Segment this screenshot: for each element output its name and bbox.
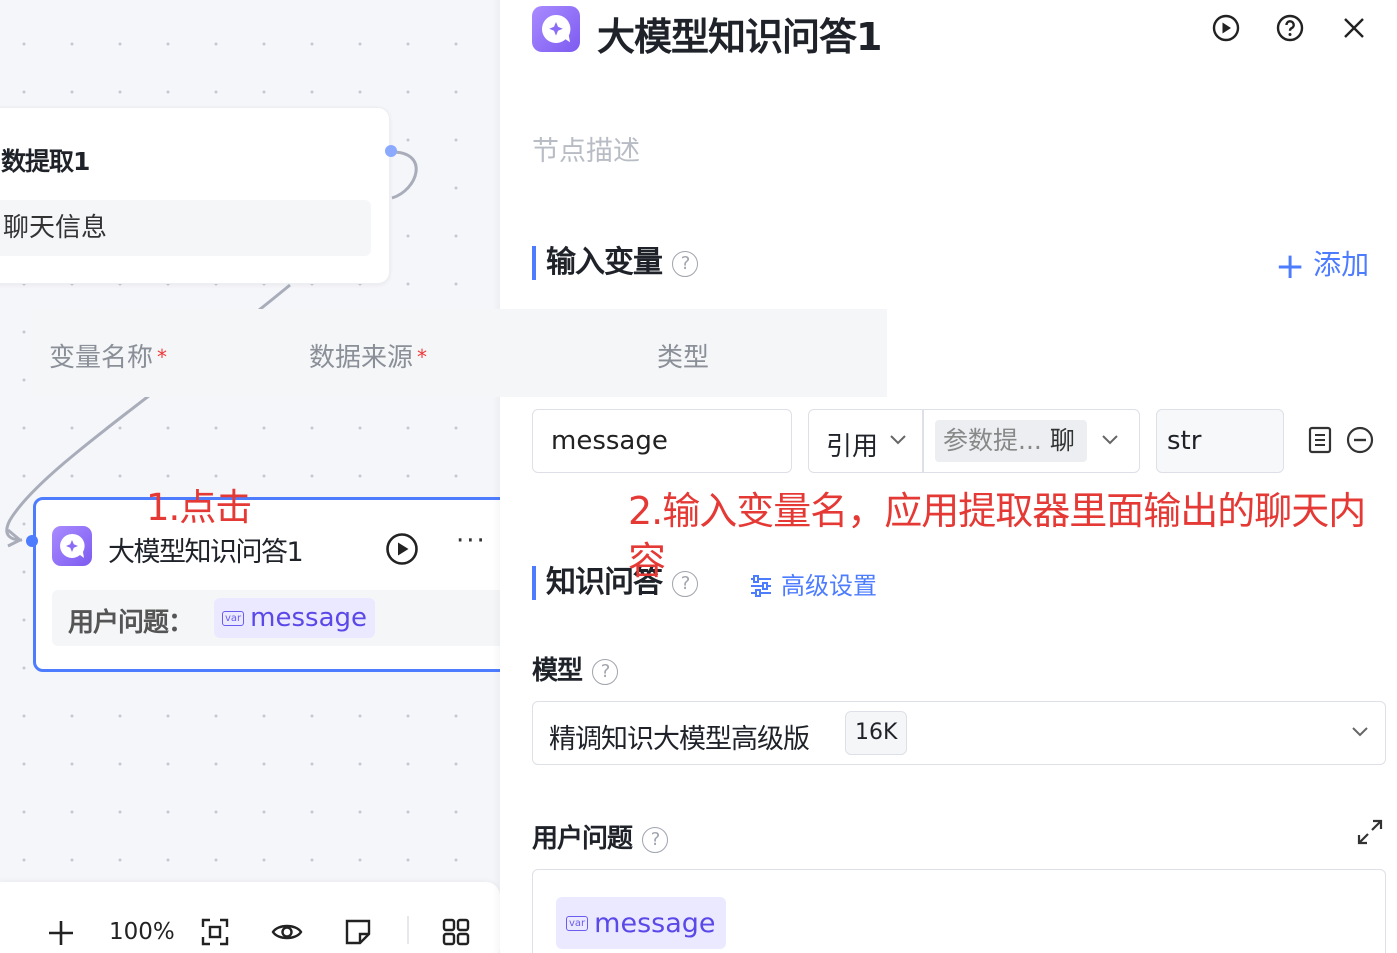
required-mark: * bbox=[157, 345, 168, 369]
zoom-in-icon[interactable] bbox=[46, 918, 76, 948]
source-mode-value: 引用 bbox=[826, 432, 879, 462]
col-source: 数据来源 * bbox=[309, 337, 427, 374]
workflow-canvas[interactable]: 数提取1 聊天信息 大模型知识问答1 ··· 用户问题： var message … bbox=[0, 0, 500, 953]
node-title: 大模型知识问答1 bbox=[108, 537, 304, 568]
source-mode-select[interactable]: 引用 bbox=[808, 409, 924, 473]
preview-eye-icon[interactable] bbox=[271, 918, 303, 946]
variable-type-field: str bbox=[1156, 409, 1284, 473]
param-extractor-node[interactable]: 数提取1 聊天信息 bbox=[0, 107, 397, 284]
chevron-down-icon bbox=[890, 435, 906, 445]
input-vars-title: 输入变量? bbox=[532, 246, 698, 280]
col-source-label: 数据来源 bbox=[309, 343, 414, 373]
node-config-panel: 大模型知识问答1 节点描述 输入变量? + 添加 bbox=[500, 0, 1397, 953]
canvas-toolbar: 100% bbox=[0, 882, 500, 953]
panel-title[interactable]: 大模型知识问答1 bbox=[597, 6, 882, 61]
node-param-row: 用户问题： var message bbox=[52, 590, 500, 646]
var-icon: var bbox=[566, 915, 589, 931]
llm-qa-node-selected[interactable]: 大模型知识问答1 ··· 用户问题： var message bbox=[26, 497, 500, 672]
model-label: 模型? bbox=[532, 650, 619, 687]
help-icon[interactable]: ? bbox=[592, 658, 619, 685]
node-output-field: 聊天信息 bbox=[0, 200, 371, 256]
col-var-name: 变量名称 * bbox=[49, 337, 167, 374]
col-var-name-label: 变量名称 bbox=[49, 343, 154, 373]
layout-grid-icon[interactable] bbox=[442, 918, 470, 946]
plus-icon: + bbox=[1275, 246, 1306, 287]
help-icon[interactable]: ? bbox=[672, 250, 698, 277]
help-icon[interactable] bbox=[1276, 14, 1304, 42]
required-mark: * bbox=[417, 345, 428, 369]
annotation-step1: 1.点击 bbox=[146, 486, 252, 529]
remove-variable-icon[interactable] bbox=[1346, 426, 1374, 454]
source-chip-text: 参数提... bbox=[943, 426, 1042, 455]
source-chip-suffix: 聊 bbox=[1049, 426, 1075, 455]
zoom-level[interactable]: 100% bbox=[109, 919, 175, 945]
user-question-label-text: 用户问题 bbox=[532, 824, 633, 854]
variable-name: message bbox=[594, 907, 716, 939]
edge-connector bbox=[391, 150, 418, 200]
llm-node-icon bbox=[52, 526, 92, 566]
note-icon[interactable] bbox=[344, 918, 372, 946]
close-icon[interactable] bbox=[1342, 14, 1366, 42]
annotation-step2: 2.输入变量名，应用提取器里面输出的聊天内容 bbox=[628, 489, 1366, 583]
model-select[interactable]: 精调知识大模型高级版 16K bbox=[532, 701, 1386, 765]
add-variable-button[interactable]: + 添加 bbox=[1275, 243, 1369, 287]
input-port[interactable] bbox=[26, 535, 38, 547]
toolbar-divider bbox=[407, 916, 409, 944]
col-type: 类型 bbox=[657, 343, 710, 373]
source-reference-select[interactable]: 参数提... 聊 bbox=[922, 409, 1140, 473]
source-reference-chip: 参数提... 聊 bbox=[935, 420, 1087, 462]
input-vars-label: 输入变量 bbox=[546, 245, 663, 280]
variable-name-input[interactable]: message bbox=[532, 409, 792, 473]
output-port[interactable] bbox=[385, 145, 397, 157]
context-length-badge: 16K bbox=[845, 711, 908, 755]
run-node-icon[interactable] bbox=[385, 532, 419, 566]
fit-view-icon[interactable] bbox=[201, 918, 229, 946]
llm-node-icon bbox=[532, 6, 580, 52]
node-title: 数提取1 bbox=[1, 147, 90, 176]
chevron-down-icon bbox=[1102, 435, 1118, 445]
add-label: 添加 bbox=[1313, 248, 1370, 281]
model-value: 精调知识大模型高级版 bbox=[549, 724, 810, 755]
variable-name: message bbox=[250, 603, 368, 633]
more-options-icon[interactable]: ··· bbox=[456, 526, 487, 556]
user-question-editor[interactable]: var message bbox=[532, 869, 1386, 953]
chevron-down-icon bbox=[1352, 727, 1368, 737]
expand-icon[interactable] bbox=[1356, 818, 1384, 846]
model-label-text: 模型 bbox=[532, 656, 583, 686]
node-description-input[interactable]: 节点描述 bbox=[532, 129, 640, 168]
user-question-label: 用户问题? bbox=[532, 818, 669, 855]
variable-name-value: message bbox=[551, 426, 668, 456]
variable-tag: var message bbox=[214, 598, 376, 638]
description-doc-icon[interactable] bbox=[1308, 426, 1332, 454]
variable-type-value: str bbox=[1167, 426, 1202, 456]
run-icon[interactable] bbox=[1212, 14, 1240, 42]
variables-table-header: 变量名称 * 数据来源 * 类型 bbox=[32, 309, 887, 397]
help-icon[interactable]: ? bbox=[642, 826, 669, 853]
user-question-label: 用户问题： bbox=[68, 608, 194, 638]
variable-tag[interactable]: var message bbox=[556, 897, 726, 949]
var-icon: var bbox=[222, 610, 245, 626]
